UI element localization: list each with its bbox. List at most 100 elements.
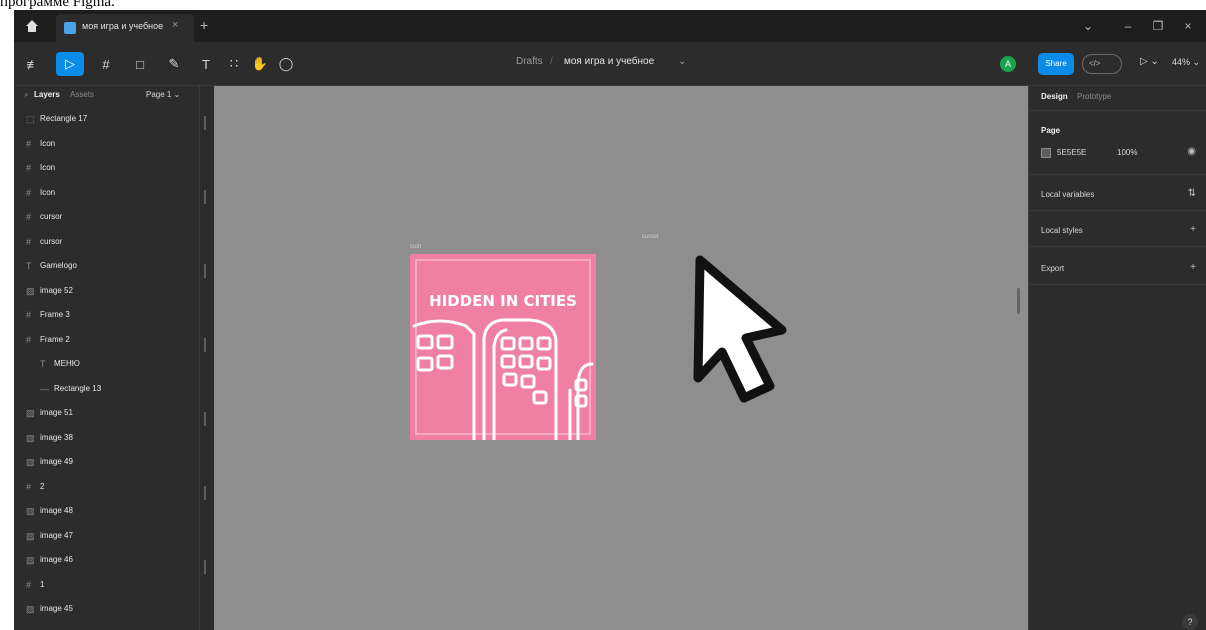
- layer-row[interactable]: ▨ image 46: [14, 549, 200, 571]
- tab-design[interactable]: Design: [1041, 92, 1068, 101]
- layer-row[interactable]: T МЕНЮ: [14, 353, 200, 375]
- text-tool-icon[interactable]: T: [196, 52, 216, 76]
- layer-row[interactable]: # Icon: [14, 133, 200, 155]
- layer-name: image 45: [40, 604, 73, 613]
- help-icon[interactable]: ?: [1182, 614, 1198, 630]
- variables-icon[interactable]: ⇅: [1188, 188, 1196, 199]
- page-color-swatch[interactable]: [1041, 148, 1051, 158]
- shape-tool-icon[interactable]: □: [128, 52, 152, 76]
- layer-name: 2: [40, 481, 45, 491]
- breadcrumb-folder[interactable]: Drafts: [516, 56, 543, 67]
- chevron-down-icon[interactable]: ⌄: [678, 56, 686, 67]
- layer-row[interactable]: T Gamelogo: [14, 255, 200, 277]
- layer-name: 1: [40, 579, 45, 589]
- resources-icon[interactable]: ∷: [224, 52, 244, 76]
- layer-row[interactable]: ▨ image 45: [14, 598, 200, 620]
- chevron-down-icon[interactable]: ⌄: [1078, 16, 1098, 36]
- art-title: HIDDEN IN CITIES: [429, 292, 577, 310]
- layer-row[interactable]: #1: [14, 574, 200, 596]
- hand-tool-icon[interactable]: ✋: [250, 52, 270, 76]
- avatar[interactable]: A: [1000, 56, 1016, 72]
- layer-row[interactable]: ▨ image 48: [14, 500, 200, 522]
- search-icon[interactable]: ⌕: [24, 90, 28, 100]
- figma-file-icon: [64, 22, 76, 34]
- cursor-icon[interactable]: [678, 246, 798, 426]
- layer-row[interactable]: ▨ image 49: [14, 451, 200, 473]
- tab-prototype[interactable]: Prototype: [1077, 92, 1111, 101]
- ruler-tick-mark: [204, 264, 206, 278]
- layer-row[interactable]: # cursor: [14, 206, 200, 228]
- layer-row[interactable]: ▨ image 47: [14, 525, 200, 547]
- share-button[interactable]: Share: [1038, 53, 1074, 75]
- pen-tool-icon[interactable]: ✎: [162, 52, 186, 76]
- close-icon[interactable]: ×: [1178, 16, 1198, 36]
- layer-row[interactable]: ⬚ Rectangle 17: [14, 108, 200, 130]
- layer-type-icon: ▨: [26, 408, 35, 418]
- dev-mode-toggle[interactable]: </>: [1082, 54, 1122, 74]
- page-selector[interactable]: Page 1 ⌄: [146, 90, 180, 99]
- new-tab-icon[interactable]: +: [200, 17, 208, 33]
- file-tab[interactable]: моя игра и учебное ×: [56, 14, 194, 42]
- toolbar: ≢ ▷ # □ ✎ T ∷ ✋ ◯ Drafts / моя игра и уч…: [14, 42, 1206, 86]
- layer-type-icon: ▨: [26, 604, 35, 614]
- tab-close-icon[interactable]: ×: [172, 19, 178, 31]
- tab-assets[interactable]: Assets: [70, 90, 94, 99]
- layer-row[interactable]: # Frame 3: [14, 304, 200, 326]
- hidden-in-cities-artwork[interactable]: HIDDEN IN CITIES: [410, 254, 596, 440]
- home-icon[interactable]: [24, 18, 40, 34]
- canvas-scrollbar[interactable]: [1017, 288, 1020, 314]
- add-export-icon[interactable]: +: [1190, 262, 1196, 273]
- layer-row[interactable]: ▨ image 38: [14, 427, 200, 449]
- add-style-icon[interactable]: +: [1190, 224, 1196, 235]
- layer-name: Rectangle 13: [54, 383, 102, 393]
- page-opacity-value[interactable]: 100%: [1117, 148, 1137, 157]
- layer-row[interactable]: # Icon: [14, 182, 200, 204]
- breadcrumb-file[interactable]: моя игра и учебное: [564, 56, 654, 67]
- layer-row[interactable]: ▨ image 51: [14, 402, 200, 424]
- layer-row[interactable]: # Icon: [14, 157, 200, 179]
- ruler-tick-mark: [204, 116, 206, 130]
- layer-row[interactable]: # Frame 2: [14, 329, 200, 351]
- layer-type-icon: #: [26, 579, 32, 590]
- canvas[interactable]: [214, 86, 1028, 630]
- local-variables-label[interactable]: Local variables: [1041, 190, 1094, 199]
- layer-row[interactable]: — Rectangle 13: [14, 378, 200, 400]
- comment-tool-icon[interactable]: ◯: [276, 52, 296, 76]
- page-caption: программе Figma.: [0, 0, 115, 10]
- layer-type-icon: T: [26, 261, 32, 271]
- layers-panel-header: ⌕ Layers Assets Page 1 ⌄: [14, 86, 200, 106]
- zoom-level[interactable]: 44% ⌄: [1172, 57, 1200, 68]
- layer-type-icon: #: [26, 187, 32, 198]
- ruler-tick-mark: [204, 190, 206, 204]
- restore-icon[interactable]: ❐: [1148, 16, 1168, 36]
- present-button[interactable]: ▷ ⌄: [1140, 56, 1159, 67]
- page-section-title: Page: [1041, 126, 1061, 135]
- layer-type-icon: #: [26, 138, 32, 149]
- cursor-frame-label[interactable]: cursor: [642, 234, 659, 240]
- left-ruler: [200, 96, 214, 630]
- page-color-value[interactable]: 5E5E5E: [1057, 148, 1086, 157]
- eye-icon[interactable]: ◉: [1187, 146, 1196, 157]
- layer-name: Rectangle 17: [40, 114, 88, 123]
- layer-type-icon: ▨: [26, 432, 35, 443]
- layer-type-icon: #: [26, 212, 32, 222]
- layer-name: МЕНЮ: [54, 359, 80, 368]
- minimize-icon[interactable]: –: [1118, 16, 1138, 36]
- layer-type-icon: ⬚: [26, 114, 35, 124]
- main-menu-icon[interactable]: ≢: [24, 52, 42, 76]
- layer-type-icon: ▨: [26, 530, 35, 541]
- layer-row[interactable]: #2: [14, 476, 200, 498]
- layer-row[interactable]: ▨ image 52: [14, 280, 200, 302]
- layer-row[interactable]: # cursor: [14, 231, 200, 253]
- art-frame-label[interactable]: Icon: [410, 244, 421, 250]
- frame-tool-icon[interactable]: #: [94, 52, 118, 76]
- layer-type-icon: #: [26, 163, 32, 173]
- layer-type-icon: —: [40, 383, 49, 394]
- move-tool-icon[interactable]: ▷: [56, 52, 84, 76]
- layer-name: cursor: [40, 212, 63, 221]
- tab-layers[interactable]: Layers: [34, 90, 60, 99]
- ruler-tick-mark: [204, 412, 206, 426]
- layer-name: Icon: [40, 187, 56, 197]
- local-styles-label: Local styles: [1041, 226, 1083, 235]
- layer-type-icon: #: [26, 481, 32, 492]
